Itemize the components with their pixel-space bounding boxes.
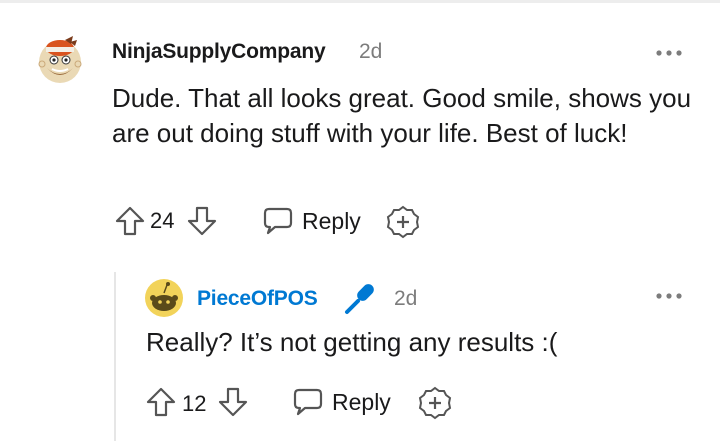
reply-button[interactable]: Reply bbox=[292, 386, 391, 418]
reply-username[interactable]: PieceOfPOS bbox=[197, 287, 318, 311]
chat-bubble-icon bbox=[292, 386, 324, 418]
upvote-icon[interactable] bbox=[145, 386, 177, 418]
top-divider bbox=[0, 0, 720, 3]
comment-timestamp: 2d bbox=[359, 40, 383, 63]
award-icon[interactable] bbox=[418, 386, 452, 420]
user-avatar[interactable] bbox=[145, 279, 183, 317]
vote-count: 12 bbox=[182, 391, 207, 416]
reply-body: Really? It’s not getting any results :( bbox=[146, 327, 558, 357]
vote-count: 24 bbox=[150, 208, 175, 233]
reply-button[interactable]: Reply bbox=[262, 205, 361, 237]
more-options-icon[interactable] bbox=[653, 46, 685, 58]
comment-body: Dude. That all looks great. Good smile, … bbox=[112, 83, 692, 148]
comment-thread: NinjaSupplyCompany 2d Dude. That all loo… bbox=[0, 0, 720, 441]
user-avatar[interactable] bbox=[37, 36, 83, 84]
comment-username[interactable]: NinjaSupplyCompany bbox=[112, 40, 326, 64]
more-options-icon[interactable] bbox=[653, 289, 685, 301]
downvote-icon[interactable] bbox=[186, 205, 218, 237]
microphone-icon bbox=[343, 282, 377, 316]
chat-bubble-icon bbox=[262, 205, 294, 237]
thread-line[interactable] bbox=[114, 272, 116, 441]
award-icon[interactable] bbox=[386, 205, 420, 239]
reply-label: Reply bbox=[302, 207, 361, 234]
upvote-icon[interactable] bbox=[114, 205, 146, 237]
downvote-icon[interactable] bbox=[217, 386, 249, 418]
reply-label: Reply bbox=[332, 388, 391, 415]
reply-timestamp: 2d bbox=[394, 287, 418, 310]
